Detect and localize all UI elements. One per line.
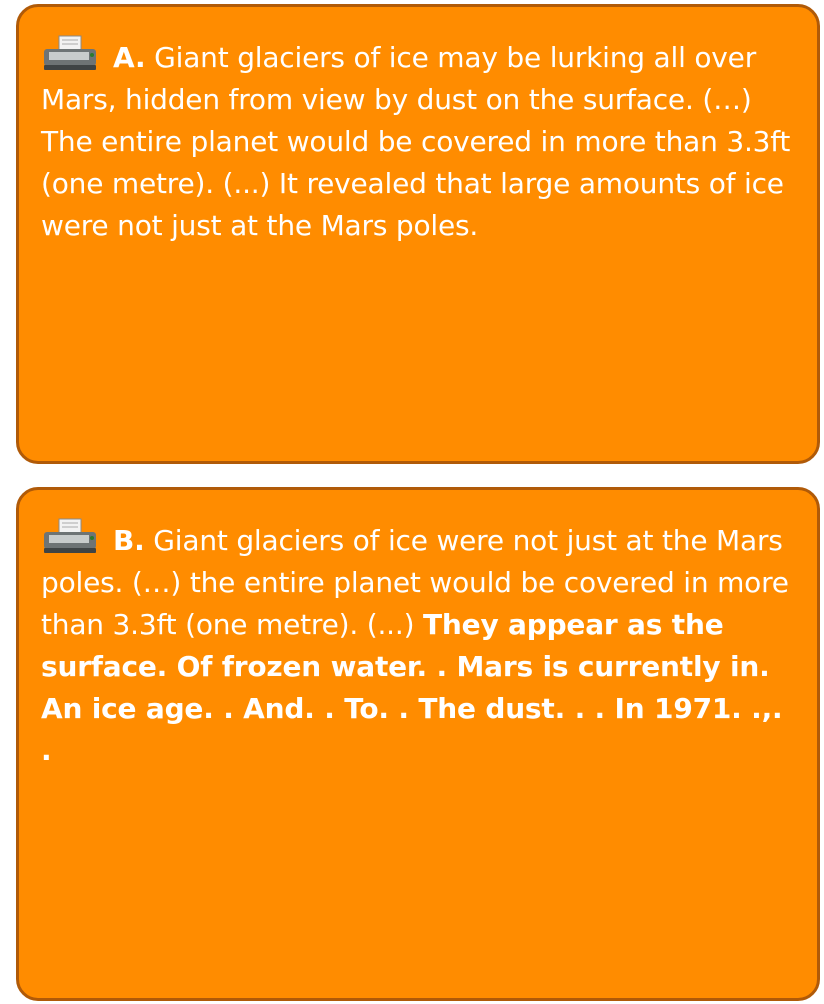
text-card-b: B. Giant glaciers of ice were not just a… xyxy=(16,487,820,1001)
card-b-label: B. xyxy=(113,524,145,557)
text-card-a: A. Giant glaciers of ice may be lurking … xyxy=(16,4,820,464)
printer-icon xyxy=(44,35,96,70)
card-a-text: Giant glaciers of ice may be lurking all… xyxy=(41,41,791,242)
printer-icon xyxy=(44,518,96,553)
card-a-label: A. xyxy=(113,41,146,74)
